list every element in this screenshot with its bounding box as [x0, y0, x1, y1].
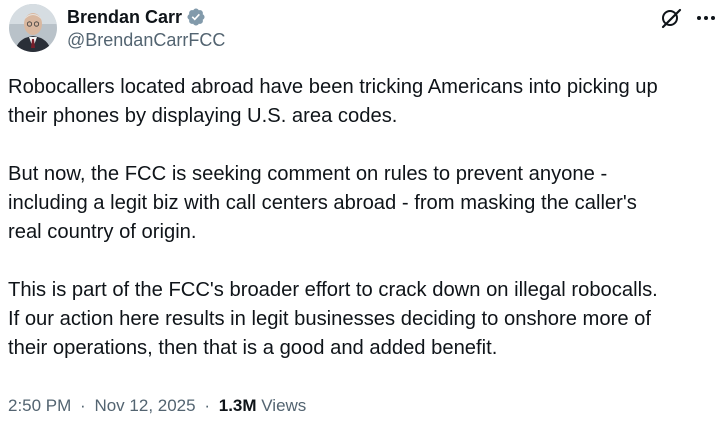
tweet-text: Robocallers located abroad have been tri…	[8, 73, 720, 363]
tweet-line: real country of origin.	[8, 221, 197, 243]
tweet-header: Brendan Carr @BrendanCarrFCC	[9, 4, 225, 52]
tweet-paragraph-1: Robocallers located abroad have been tri…	[8, 73, 720, 131]
tweet-timestamp[interactable]: 2:50 PM · Nov 12, 2025	[8, 396, 200, 415]
tweet-line: This is part of the FCC's broader effort…	[8, 279, 658, 301]
tweet-paragraph-3: This is part of the FCC's broader effort…	[8, 276, 720, 363]
tweet-meta: 2:50 PM · Nov 12, 2025 · 1.3M Views	[8, 395, 306, 417]
author-handle[interactable]: @BrendanCarrFCC	[67, 30, 225, 51]
tweet-date: Nov 12, 2025	[94, 396, 196, 415]
more-options-icon[interactable]	[694, 6, 718, 30]
avatar[interactable]	[9, 4, 57, 52]
avatar-photo	[9, 4, 57, 52]
tweet-line: their phones by displaying U.S. area cod…	[8, 105, 398, 127]
author-names: Brendan Carr @BrendanCarrFCC	[67, 5, 225, 51]
tweet-card: Brendan Carr @BrendanCarrFCC Robocallers…	[0, 0, 725, 422]
meta-separator: ·	[80, 396, 86, 415]
tweet-line: But now, the FCC is seeking comment on r…	[8, 163, 608, 185]
verified-badge-icon	[186, 7, 206, 27]
grok-icon[interactable]	[660, 7, 682, 29]
name-row: Brendan Carr	[67, 5, 225, 29]
views-link[interactable]: 1.3M Views	[219, 396, 307, 415]
views-label: Views	[261, 396, 307, 415]
views-count: 1.3M	[218, 396, 257, 415]
tweet-time: 2:50 PM	[8, 396, 72, 415]
meta-separator: ·	[204, 396, 210, 415]
tweet-line: their operations, then that is a good an…	[8, 337, 498, 359]
display-name[interactable]: Brendan Carr	[67, 7, 182, 28]
tweet-line: including a legit biz with call centers …	[8, 192, 637, 214]
tweet-line: If our action here results in legit busi…	[8, 308, 651, 330]
tweet-paragraph-2: But now, the FCC is seeking comment on r…	[8, 160, 720, 247]
tweet-line: Robocallers located abroad have been tri…	[8, 76, 658, 98]
